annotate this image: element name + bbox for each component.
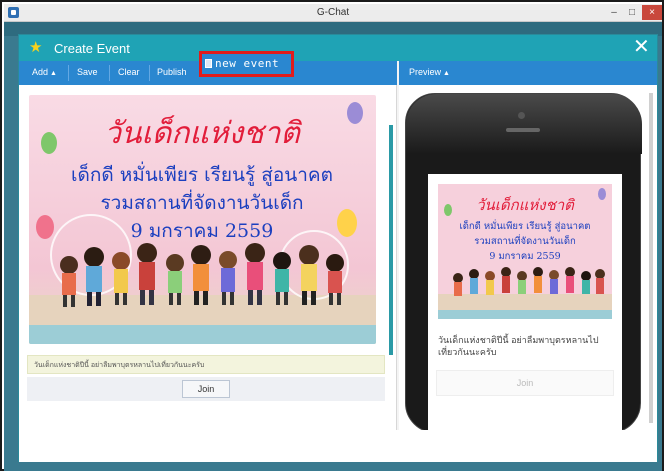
star-icon: ★ [29, 39, 43, 56]
dialog-close-icon[interactable]: ✕ [633, 36, 650, 58]
toolbar-divider [68, 65, 69, 81]
toolbar-divider [149, 65, 150, 81]
phone-mockup: วันเด็กแห่งชาติ เด็กดี หมั่นเพียร เรียนร… [405, 93, 642, 434]
publish-button[interactable]: Publish [157, 67, 187, 77]
maximize-button[interactable]: □ [624, 5, 640, 20]
event-name: new event [215, 57, 280, 70]
phone-banner-artwork: วันเด็กแห่งชาติ เด็กดี หมั่นเพียร เรียนร… [438, 184, 612, 319]
document-icon [205, 59, 212, 68]
phone-caption: วันเด็กแห่งชาติปีนี้ อย่าลืมพาบุตรหลานไป… [438, 335, 599, 357]
preview-panel: วันเด็กแห่งชาติ เด็กดี หมั่นเพียร เรียนร… [399, 85, 657, 434]
phone-speaker [506, 128, 540, 132]
join-button[interactable]: Join [182, 380, 230, 398]
add-label: Add [32, 67, 49, 77]
phone-banner-image: วันเด็กแห่งชาติ เด็กดี หมั่นเพียร เรียนร… [438, 184, 612, 319]
save-button[interactable]: Save [77, 67, 98, 77]
clear-button[interactable]: Clear [118, 67, 140, 77]
preview-label: Preview [409, 67, 442, 77]
preview-toolbar: Preview ▲ [399, 61, 657, 85]
dialog-title: Create Event [54, 41, 130, 56]
close-window-button[interactable]: × [642, 5, 662, 20]
preview-menu-button[interactable]: Preview ▲ [409, 67, 450, 77]
add-menu-button[interactable]: Add ▲ [32, 67, 57, 77]
phone-screen: วันเด็กแห่งชาติ เด็กดี หมั่นเพียร เรียนร… [428, 174, 622, 434]
banner-headline: วันเด็กแห่งชาติ [104, 115, 303, 151]
banner-line-2: รวมสถานที่จัดงานวันเด็ก [100, 189, 303, 214]
event-banner-image: วันเด็กแห่งชาติ เด็กดี หมั่นเพียร เรียนร… [29, 95, 376, 344]
window-frame: G-Chat – □ × ★ Create Event ✕ Add ▲ Save … [0, 0, 664, 471]
phone-banner-headline: วันเด็กแห่งชาติ [476, 196, 576, 214]
banner-line-1: เด็กดี หมั่นเพียร เรียนรู้ สู่อนาคต [71, 161, 333, 186]
event-name-field[interactable]: new event [199, 51, 294, 77]
preview-scrollbar[interactable] [649, 93, 653, 423]
dropdown-arrow-icon: ▲ [50, 70, 57, 77]
window-title: G-Chat [316, 7, 350, 18]
join-row: Join [27, 377, 385, 401]
caption-field[interactable]: วันเด็กแห่งชาติปีนี้ อย่าลืมพาบุตรหลานไป… [27, 355, 385, 374]
dialog-footer [19, 430, 657, 462]
dialog-title-bar: ★ Create Event ✕ [19, 35, 657, 61]
phone-banner-line-1: เด็กดี หมั่นเพียร เรียนรู้ สู่อนาคต [460, 219, 591, 232]
banner-artwork: วันเด็กแห่งชาติ เด็กดี หมั่นเพียร เรียนร… [29, 95, 376, 344]
event-name-display: new event [205, 57, 279, 70]
dropdown-arrow-icon: ▲ [443, 70, 450, 77]
minimize-button[interactable]: – [606, 5, 622, 20]
toolbar-divider [109, 65, 110, 81]
create-event-dialog: ★ Create Event ✕ Add ▲ Save Clear Publish [18, 34, 658, 462]
phone-join-button[interactable]: Join [436, 370, 614, 396]
banner-line-3: 9 มกราคม 2559 [131, 220, 274, 242]
caption-text: วันเด็กแห่งชาติปีนี้ อย่าลืมพาบุตรหลานไป… [34, 362, 205, 369]
phone-camera [518, 112, 525, 119]
os-title-bar: G-Chat – □ × [4, 4, 662, 22]
phone-banner-line-3: 9 มกราคม 2559 [489, 251, 560, 262]
editor-scrollbar[interactable] [389, 125, 393, 355]
phone-banner-line-2: รวมสถานที่จัดงานวันเด็ก [474, 234, 576, 247]
phone-top [406, 94, 642, 154]
editor-panel: วันเด็กแห่งชาติ เด็กดี หมั่นเพียร เรียนร… [19, 85, 397, 430]
